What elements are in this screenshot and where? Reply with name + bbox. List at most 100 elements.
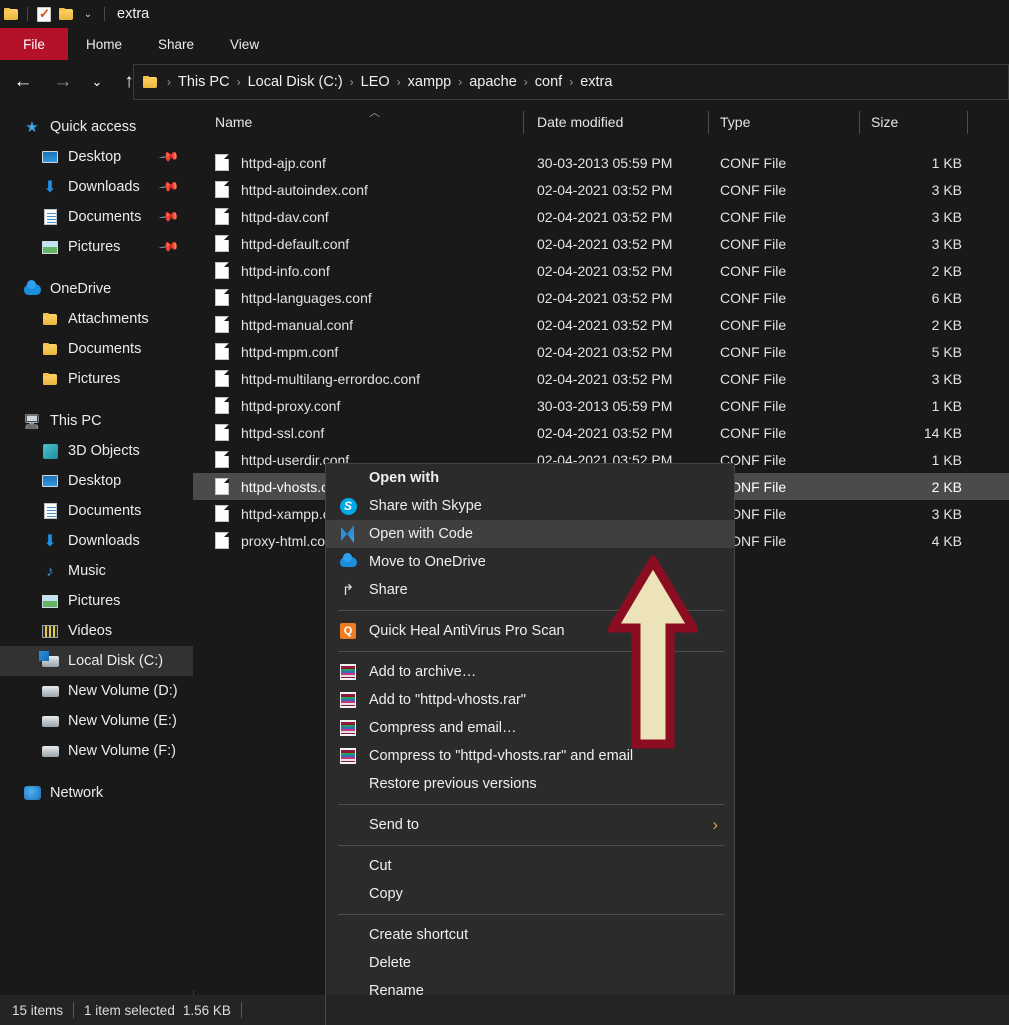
cell-size: 1 KB bbox=[931, 451, 962, 468]
cell-type: CONF File bbox=[720, 181, 787, 198]
qat-folder-icon[interactable] bbox=[0, 0, 22, 28]
sidebar-item-new-volume-f[interactable]: New Volume (F:) bbox=[0, 736, 193, 766]
documents-icon bbox=[40, 207, 60, 227]
tab-view[interactable]: View bbox=[212, 28, 277, 60]
column-header-name[interactable]: Name bbox=[215, 104, 252, 140]
up-arrow-icon bbox=[605, 552, 701, 749]
sidebar-item-pc-downloads[interactable]: ⬇ Downloads bbox=[0, 526, 193, 556]
qat-chevron-down-icon[interactable]: ⌄ bbox=[77, 0, 99, 28]
cell-name: httpd-multilang-errordoc.conf bbox=[241, 370, 420, 387]
table-row[interactable]: httpd-ajp.conf 30-03-2013 05:59 PM CONF Fi… bbox=[193, 149, 1009, 176]
breadcrumb-item-local-disk[interactable]: Local Disk (C:) bbox=[244, 74, 347, 90]
column-header-size[interactable]: Size bbox=[871, 104, 898, 140]
sidebar-item-local-disk-c[interactable]: Local Disk (C:) bbox=[0, 646, 193, 676]
conf-file-icon bbox=[215, 424, 229, 441]
tab-share[interactable]: Share bbox=[140, 28, 212, 60]
sidebar-item-pictures[interactable]: Pictures 📌 bbox=[0, 232, 193, 262]
cell-type: CONF File bbox=[720, 262, 787, 279]
table-row[interactable]: httpd-dav.conf 02-04-2021 03:52 PM CONF Fi… bbox=[193, 203, 1009, 230]
pin-icon: 📌 bbox=[158, 145, 181, 168]
breadcrumb-item-leo[interactable]: LEO bbox=[357, 74, 394, 90]
forward-button[interactable]: → bbox=[48, 67, 78, 97]
sidebar-item-network[interactable]: Network bbox=[0, 778, 193, 808]
conf-file-icon bbox=[215, 316, 229, 333]
cell-size: 1 KB bbox=[931, 154, 962, 171]
title-bar: ⌄ extra bbox=[0, 0, 1009, 28]
conf-file-icon bbox=[215, 532, 229, 549]
menu-item[interactable]: Delete bbox=[326, 949, 734, 977]
table-row[interactable]: httpd-ssl.conf 02-04-2021 03:52 PM CONF Fi… bbox=[193, 419, 1009, 446]
sidebar-item-attachments[interactable]: Attachments bbox=[0, 304, 193, 334]
breadcrumb-item-xampp[interactable]: xampp bbox=[404, 74, 456, 90]
sidebar-item-quick-access[interactable]: ★ Quick access bbox=[0, 112, 193, 142]
table-row[interactable]: httpd-autoindex.conf 02-04-2021 03:52 PM C… bbox=[193, 176, 1009, 203]
breadcrumb[interactable]: › This PC › Local Disk (C:) › LEO › xamp… bbox=[133, 64, 1009, 100]
column-header-date-modified[interactable]: Date modified bbox=[537, 104, 623, 140]
sidebar-item-onedrive-documents[interactable]: Documents bbox=[0, 334, 193, 364]
qat-properties-checkmark-icon[interactable] bbox=[33, 0, 55, 28]
table-row[interactable]: httpd-multilang-errordoc.conf 02-04-2021 … bbox=[193, 365, 1009, 392]
menu-item[interactable]: Open with Code bbox=[326, 520, 734, 548]
back-button[interactable]: ← bbox=[8, 67, 38, 97]
sidebar-label: New Volume (F:) bbox=[68, 743, 176, 759]
cell-size: 2 KB bbox=[931, 478, 962, 495]
conf-file-icon bbox=[215, 208, 229, 225]
sidebar-item-this-pc[interactable]: 🖥 This PC bbox=[0, 406, 193, 436]
cell-name: httpd-manual.conf bbox=[241, 316, 354, 333]
cell-date-modified: 02-04-2021 03:52 PM bbox=[537, 235, 673, 252]
sidebar-item-music[interactable]: ♪ Music bbox=[0, 556, 193, 586]
menu-item[interactable]: Create shortcut bbox=[326, 921, 734, 949]
onedrive-cloud-icon bbox=[339, 553, 357, 571]
cell-date-modified: 02-04-2021 03:52 PM bbox=[537, 181, 673, 198]
sidebar-item-desktop[interactable]: Desktop 📌 bbox=[0, 142, 193, 172]
status-divider-2 bbox=[240, 1002, 242, 1018]
cell-type: CONF File bbox=[720, 424, 787, 441]
navigation-pane[interactable]: ★ Quick access Desktop 📌 ⬇ Downloads 📌 D… bbox=[0, 104, 193, 995]
tab-home[interactable]: Home bbox=[68, 28, 140, 60]
recent-locations-button[interactable]: ⌄ bbox=[82, 67, 112, 97]
conf-file-icon bbox=[215, 343, 229, 360]
sidebar-item-pc-desktop[interactable]: Desktop bbox=[0, 466, 193, 496]
sidebar-item-new-volume-e[interactable]: New Volume (E:) bbox=[0, 706, 193, 736]
table-row[interactable]: httpd-manual.conf 02-04-2021 03:52 PM CONF… bbox=[193, 311, 1009, 338]
table-row[interactable]: httpd-info.conf 02-04-2021 03:52 PM CONF F… bbox=[193, 257, 1009, 284]
sidebar-item-3d-objects[interactable]: 3D Objects bbox=[0, 436, 193, 466]
breadcrumb-item-this-pc[interactable]: This PC bbox=[174, 74, 234, 90]
sidebar-item-onedrive[interactable]: OneDrive bbox=[0, 274, 193, 304]
menu-item-label: Share with Skype bbox=[369, 498, 482, 514]
menu-item-label: Share bbox=[369, 582, 408, 598]
menu-item[interactable]: Copy bbox=[326, 880, 734, 908]
tab-file[interactable]: File bbox=[0, 28, 68, 60]
file-explorer-window: ⌄ extra File Home Share View ← → ⌄ ↑ › T… bbox=[0, 0, 1009, 1025]
sidebar-item-videos[interactable]: Videos bbox=[0, 616, 193, 646]
sidebar-item-new-volume-d[interactable]: New Volume (D:) bbox=[0, 676, 193, 706]
cell-type: CONF File bbox=[720, 316, 787, 333]
table-row[interactable]: httpd-proxy.conf 30-03-2013 05:59 PM CONF … bbox=[193, 392, 1009, 419]
breadcrumb-separator: › bbox=[396, 75, 401, 89]
sidebar-item-downloads[interactable]: ⬇ Downloads 📌 bbox=[0, 172, 193, 202]
sidebar-item-onedrive-pictures[interactable]: Pictures bbox=[0, 364, 193, 394]
sidebar-item-pc-pictures[interactable]: Pictures bbox=[0, 586, 193, 616]
menu-item[interactable]: S Share with Skype bbox=[326, 492, 734, 520]
menu-item[interactable]: Send to › bbox=[326, 811, 734, 839]
breadcrumb-item-conf[interactable]: conf bbox=[531, 74, 566, 90]
menu-item[interactable]: Restore previous versions bbox=[326, 770, 734, 798]
pin-icon: 📌 bbox=[158, 205, 181, 228]
sidebar-item-pc-documents[interactable]: Documents bbox=[0, 496, 193, 526]
column-headers: Name Date modified Type Size bbox=[193, 104, 1009, 140]
column-header-type[interactable]: Type bbox=[720, 104, 750, 140]
table-row[interactable]: httpd-default.conf 02-04-2021 03:52 PM CON… bbox=[193, 230, 1009, 257]
star-pin-icon: ★ bbox=[25, 119, 39, 136]
this-pc-icon: 🖥 bbox=[23, 412, 41, 429]
cell-date-modified: 02-04-2021 03:52 PM bbox=[537, 424, 673, 441]
breadcrumb-item-apache[interactable]: apache bbox=[465, 74, 521, 90]
menu-item[interactable]: Cut bbox=[326, 852, 734, 880]
qat-new-folder-icon[interactable] bbox=[55, 0, 77, 28]
table-row[interactable]: httpd-mpm.conf 02-04-2021 03:52 PM CONF Fi… bbox=[193, 338, 1009, 365]
videos-icon bbox=[40, 621, 60, 641]
menu-item[interactable]: Open with bbox=[326, 464, 734, 492]
breadcrumb-item-extra[interactable]: extra bbox=[576, 74, 616, 90]
table-row[interactable]: httpd-languages.conf 02-04-2021 03:52 PM C… bbox=[193, 284, 1009, 311]
cell-name: httpd-dav.conf bbox=[241, 208, 329, 225]
sidebar-item-documents[interactable]: Documents 📌 bbox=[0, 202, 193, 232]
